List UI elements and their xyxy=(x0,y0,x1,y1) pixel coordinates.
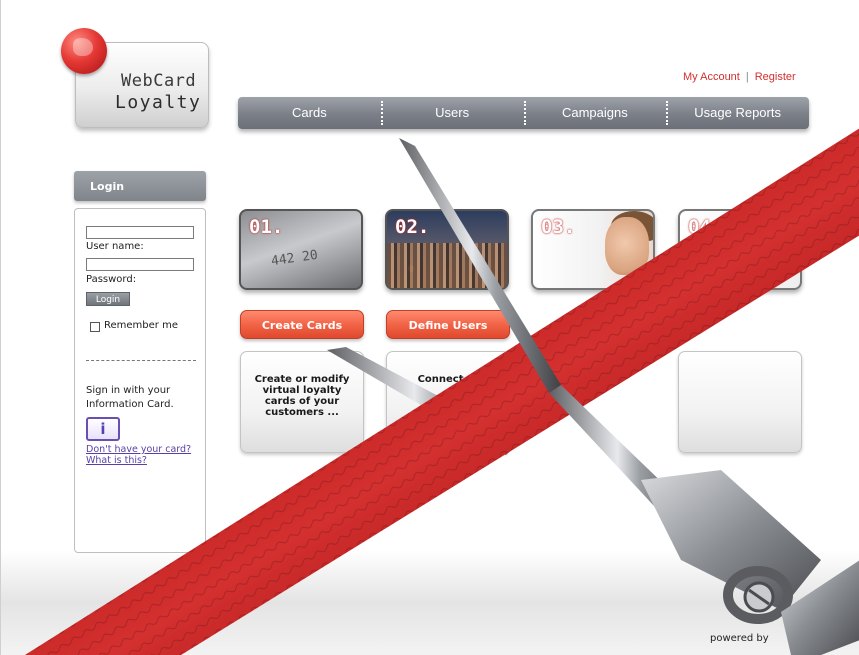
card-digits: 442 20 xyxy=(270,247,319,270)
powered-by-text: powered by xyxy=(710,633,769,644)
login-panel: User name: Password: Login Remember me S… xyxy=(74,208,206,553)
header-links: My Account | Register xyxy=(683,71,796,83)
main-nav: Cards Users Campaigns Usage Reports xyxy=(238,97,809,129)
information-card-text: Sign in with your Information Card. xyxy=(86,385,174,410)
nav-item-cards[interactable]: Cards xyxy=(238,97,381,129)
step-number: 02. xyxy=(395,216,430,238)
username-input[interactable] xyxy=(86,226,194,239)
globe-logo-icon xyxy=(61,28,107,74)
scissor-handles xyxy=(641,470,821,610)
step-number: 03. xyxy=(541,216,576,238)
step-tile-users[interactable]: 02. xyxy=(385,209,509,290)
my-account-link[interactable]: My Account xyxy=(683,71,740,83)
header-link-separator: | xyxy=(745,71,749,83)
information-card-icon[interactable]: i xyxy=(86,417,120,441)
logo-text-webcard: WebCard xyxy=(121,71,197,91)
remember-me-checkbox[interactable] xyxy=(90,322,100,332)
step-number: 04. xyxy=(688,216,723,238)
step-tile-cards[interactable]: 01. 442 20 xyxy=(239,209,363,290)
description-define-users: Connect ... xyxy=(386,351,510,453)
remember-me-label: Remember me xyxy=(104,320,178,331)
description-usage-reports xyxy=(678,351,802,453)
password-input[interactable] xyxy=(86,258,194,271)
what-is-this-link[interactable]: What is this? xyxy=(86,455,191,466)
crowd-image xyxy=(387,243,507,288)
step-tile-campaigns[interactable]: 03. xyxy=(531,209,655,290)
information-card-links: Don't have your card? What is this? xyxy=(86,444,191,466)
nav-item-usage-reports[interactable]: Usage Reports xyxy=(666,97,809,129)
person-image xyxy=(605,217,649,275)
login-button[interactable]: Login xyxy=(86,292,130,306)
divider xyxy=(86,360,196,361)
register-link[interactable]: Register xyxy=(755,71,796,83)
nav-item-users[interactable]: Users xyxy=(380,97,524,129)
nav-item-campaigns[interactable]: Campaigns xyxy=(523,97,667,129)
login-header: Login xyxy=(74,171,206,201)
create-cards-button[interactable]: Create Cards xyxy=(240,310,364,339)
logo-text-loyalty: Loyalty xyxy=(115,92,202,113)
page: WebCard Loyalty My Account | Register Card… xyxy=(0,0,859,655)
define-users-button[interactable]: Define Users xyxy=(386,310,510,339)
step-tile-reports[interactable]: 04. xyxy=(678,209,802,290)
username-label: User name: xyxy=(86,241,144,252)
scissor-screw xyxy=(743,581,775,613)
password-label: Password: xyxy=(86,274,137,285)
no-card-link[interactable]: Don't have your card? xyxy=(86,444,191,455)
description-create-cards: Create or modify virtual loyalty cards o… xyxy=(240,351,364,453)
step-number: 01. xyxy=(249,216,284,238)
